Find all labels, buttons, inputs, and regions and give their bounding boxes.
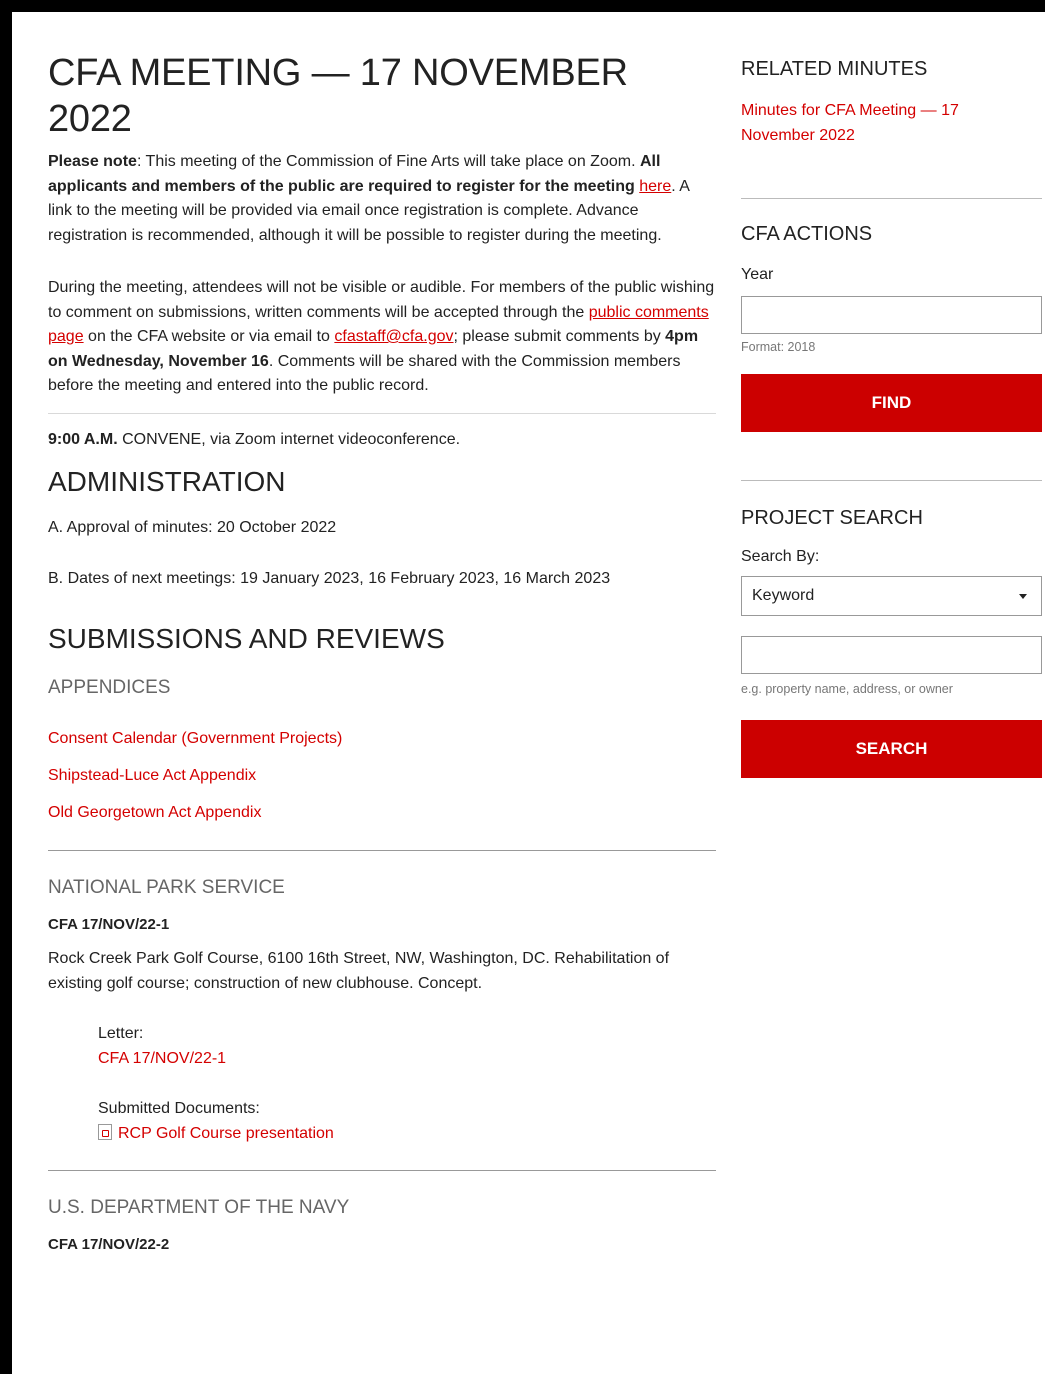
navy-heading: U.S. DEPARTMENT OF THE NAVY [48,1197,350,1218]
admin-item-b: B. Dates of next meetings: 19 January 20… [48,569,611,587]
page: CFA MEETING — 17 NOVEMBER 2022 Please no… [12,12,1045,1374]
please-note-label: Please note [48,153,137,170]
chevron-down-icon [1019,593,1027,599]
main-content: CFA MEETING — 17 NOVEMBER 2022 Please no… [48,50,716,1258]
pdf-icon [98,1123,112,1140]
comments-paragraph: During the meeting, attendees will not b… [48,276,716,399]
search-by-label: Search By: [741,548,820,565]
year-input[interactable] [741,296,1042,334]
appendix-link-shipstead-luce[interactable]: Shipstead-Luce Act Appendix [48,767,256,784]
nps-case-number: CFA 17/NOV/22-1 [48,915,170,933]
divider [741,480,1042,481]
divider [48,412,716,414]
appendices-heading: APPENDICES [48,677,171,698]
divider [48,849,716,851]
convene-time: 9:00 A.M. [48,430,118,448]
comments-text-2: on the CFA website or via email to [83,328,335,345]
search-by-select[interactable]: Keyword [741,576,1042,616]
register-here-link[interactable]: here [639,178,671,195]
navy-case-number: CFA 17/NOV/22-2 [48,1236,170,1253]
divider [741,198,1042,199]
search-by-selected: Keyword [752,587,815,604]
nps-heading: NATIONAL PARK SERVICE [48,876,285,898]
notice-text-1: : This meeting of the Commission of Fine… [136,153,640,170]
meeting-notice: Please note: This meeting of the Commiss… [48,150,716,248]
letter-link[interactable]: CFA 17/NOV/22-1 [98,1050,226,1067]
document-link-rcp-golf[interactable]: RCP Golf Course presentation [118,1125,334,1142]
appendix-link-consent-calendar[interactable]: Consent Calendar (Government Projects) [48,730,342,747]
sidebar: RELATED MINUTES Minutes for CFA Meeting … [741,58,1042,778]
find-button[interactable]: FIND [741,374,1042,432]
year-label: Year [741,266,774,283]
divider [48,1170,716,1171]
project-search-heading: PROJECT SEARCH [741,507,923,529]
keyword-input[interactable] [741,636,1042,674]
year-format-hint: Format: 2018 [741,340,816,354]
page-title: CFA MEETING — 17 NOVEMBER 2022 [48,52,628,140]
admin-item-a: A. Approval of minutes: 20 October 2022 [48,519,337,536]
letter-block: Letter: CFA 17/NOV/22-1 Submitted Docume… [48,1022,716,1146]
email-link[interactable]: cfastaff@cfa.gov [334,328,453,345]
related-minutes-link[interactable]: Minutes for CFA Meeting — 17 November 20… [741,102,959,144]
comments-text-3: ; please submit comments by [453,328,666,345]
search-button[interactable]: SEARCH [741,720,1042,778]
convene-text: CONVENE, via Zoom internet videoconferen… [117,430,461,448]
letter-label: Letter: [98,1025,144,1042]
cfa-actions-heading: CFA ACTIONS [741,223,873,245]
related-minutes-heading: RELATED MINUTES [741,58,928,80]
nps-description: Rock Creek Park Golf Course, 6100 16th S… [48,950,670,992]
appendix-link-old-georgetown[interactable]: Old Georgetown Act Appendix [48,804,261,821]
convene-line: 9:00 A.M. CONVENE, via Zoom internet vid… [48,428,716,453]
administration-heading: ADMINISTRATION [48,466,286,497]
submissions-heading: SUBMISSIONS AND REVIEWS [48,623,445,654]
keyword-hint: e.g. property name, address, or owner [741,682,953,696]
submitted-docs-label: Submitted Documents: [98,1100,260,1117]
